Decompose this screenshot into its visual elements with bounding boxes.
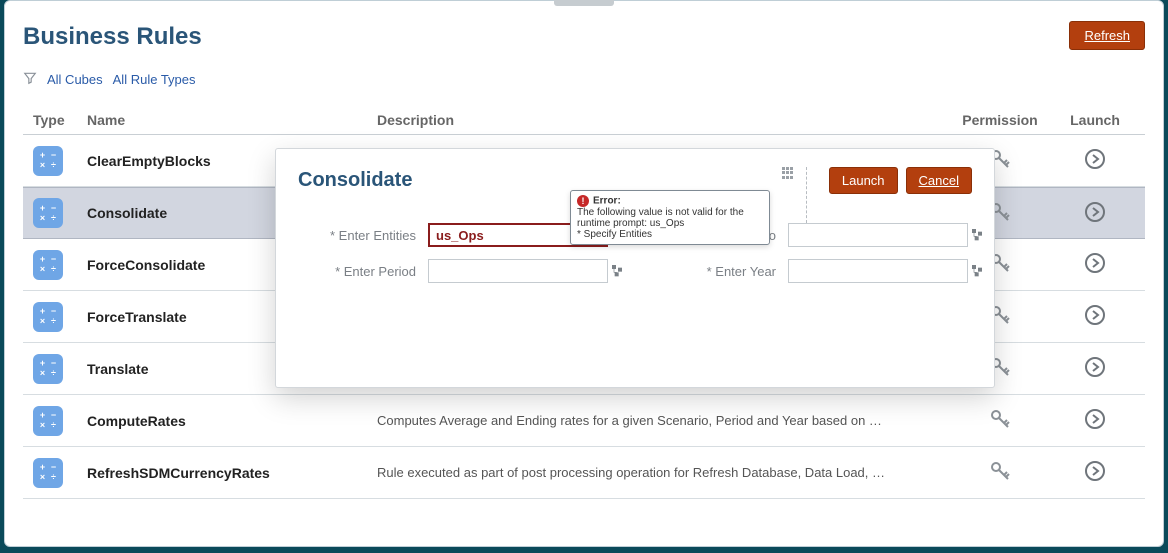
launch-icon[interactable]	[1055, 355, 1135, 382]
error-title: Error:	[593, 196, 621, 207]
rule-type-icon: +−×÷	[33, 302, 63, 332]
rule-description: Computes Average and Ending rates for a …	[377, 413, 945, 428]
error-hint: * Specify Entities	[577, 229, 763, 240]
dialog-title: Consolidate	[298, 169, 412, 192]
error-icon: !	[577, 195, 589, 207]
run-rule-dialog: Consolidate Launch Cancel Enter Entities…	[275, 148, 995, 388]
error-message: The following value is not valid for the…	[577, 207, 763, 229]
table-row[interactable]: +−×÷ RefreshSDMCurrencyRatesRule executed…	[23, 447, 1145, 499]
launch-icon[interactable]	[1055, 459, 1135, 486]
rule-type-icon: +−×÷	[33, 198, 63, 228]
input-period[interactable]	[428, 259, 608, 283]
picker-scenario-icon[interactable]	[968, 227, 988, 243]
col-name: Name	[87, 112, 377, 128]
col-launch: Launch	[1055, 112, 1135, 128]
rule-type-icon: +−×÷	[33, 146, 63, 176]
launch-icon[interactable]	[1055, 251, 1135, 278]
launch-icon[interactable]	[1055, 407, 1135, 434]
rule-description: Rule executed as part of post processing…	[377, 465, 945, 480]
panel-drag-handle[interactable]	[554, 0, 614, 6]
rule-type-icon: +−×÷	[33, 250, 63, 280]
rule-name: ComputeRates	[87, 413, 377, 429]
filter-bar: All Cubes All Rule Types	[23, 71, 1145, 88]
col-type: Type	[33, 112, 87, 128]
col-perm: Permission	[945, 112, 1055, 128]
funnel-icon[interactable]	[23, 71, 37, 88]
page-title: Business Rules	[23, 23, 202, 51]
dialog-separator	[806, 167, 807, 223]
table-row[interactable]: +−×÷ ComputeRatesComputes Average and End…	[23, 395, 1145, 447]
picker-period-icon[interactable]	[608, 263, 628, 279]
rule-type-icon: +−×÷	[33, 458, 63, 488]
permission-icon[interactable]	[945, 407, 1055, 434]
dialog-cancel-button[interactable]: Cancel	[906, 167, 972, 194]
col-desc: Description	[377, 112, 945, 128]
refresh-button[interactable]: Refresh	[1069, 21, 1145, 50]
label-year: Enter Year	[668, 264, 788, 279]
filter-cubes-link[interactable]: All Cubes	[47, 72, 103, 87]
label-entities: Enter Entities	[298, 228, 428, 243]
input-year[interactable]	[788, 259, 968, 283]
label-period: Enter Period	[298, 264, 428, 279]
rule-type-icon: +−×÷	[33, 354, 63, 384]
input-scenario[interactable]	[788, 223, 968, 247]
filter-types-link[interactable]: All Rule Types	[113, 72, 196, 87]
rule-type-icon: +−×÷	[33, 406, 63, 436]
launch-icon[interactable]	[1055, 147, 1135, 174]
rule-name: RefreshSDMCurrencyRates	[87, 465, 377, 481]
launch-icon[interactable]	[1055, 200, 1135, 227]
permission-icon[interactable]	[945, 459, 1055, 486]
table-header: Type Name Description Permission Launch	[23, 106, 1145, 135]
dialog-launch-button[interactable]: Launch	[829, 167, 898, 194]
picker-year-icon[interactable]	[968, 263, 988, 279]
validation-error-tooltip: ! Error: The following value is not valid…	[570, 190, 770, 245]
dialog-drag-grip-icon[interactable]	[782, 167, 794, 179]
launch-icon[interactable]	[1055, 303, 1135, 330]
